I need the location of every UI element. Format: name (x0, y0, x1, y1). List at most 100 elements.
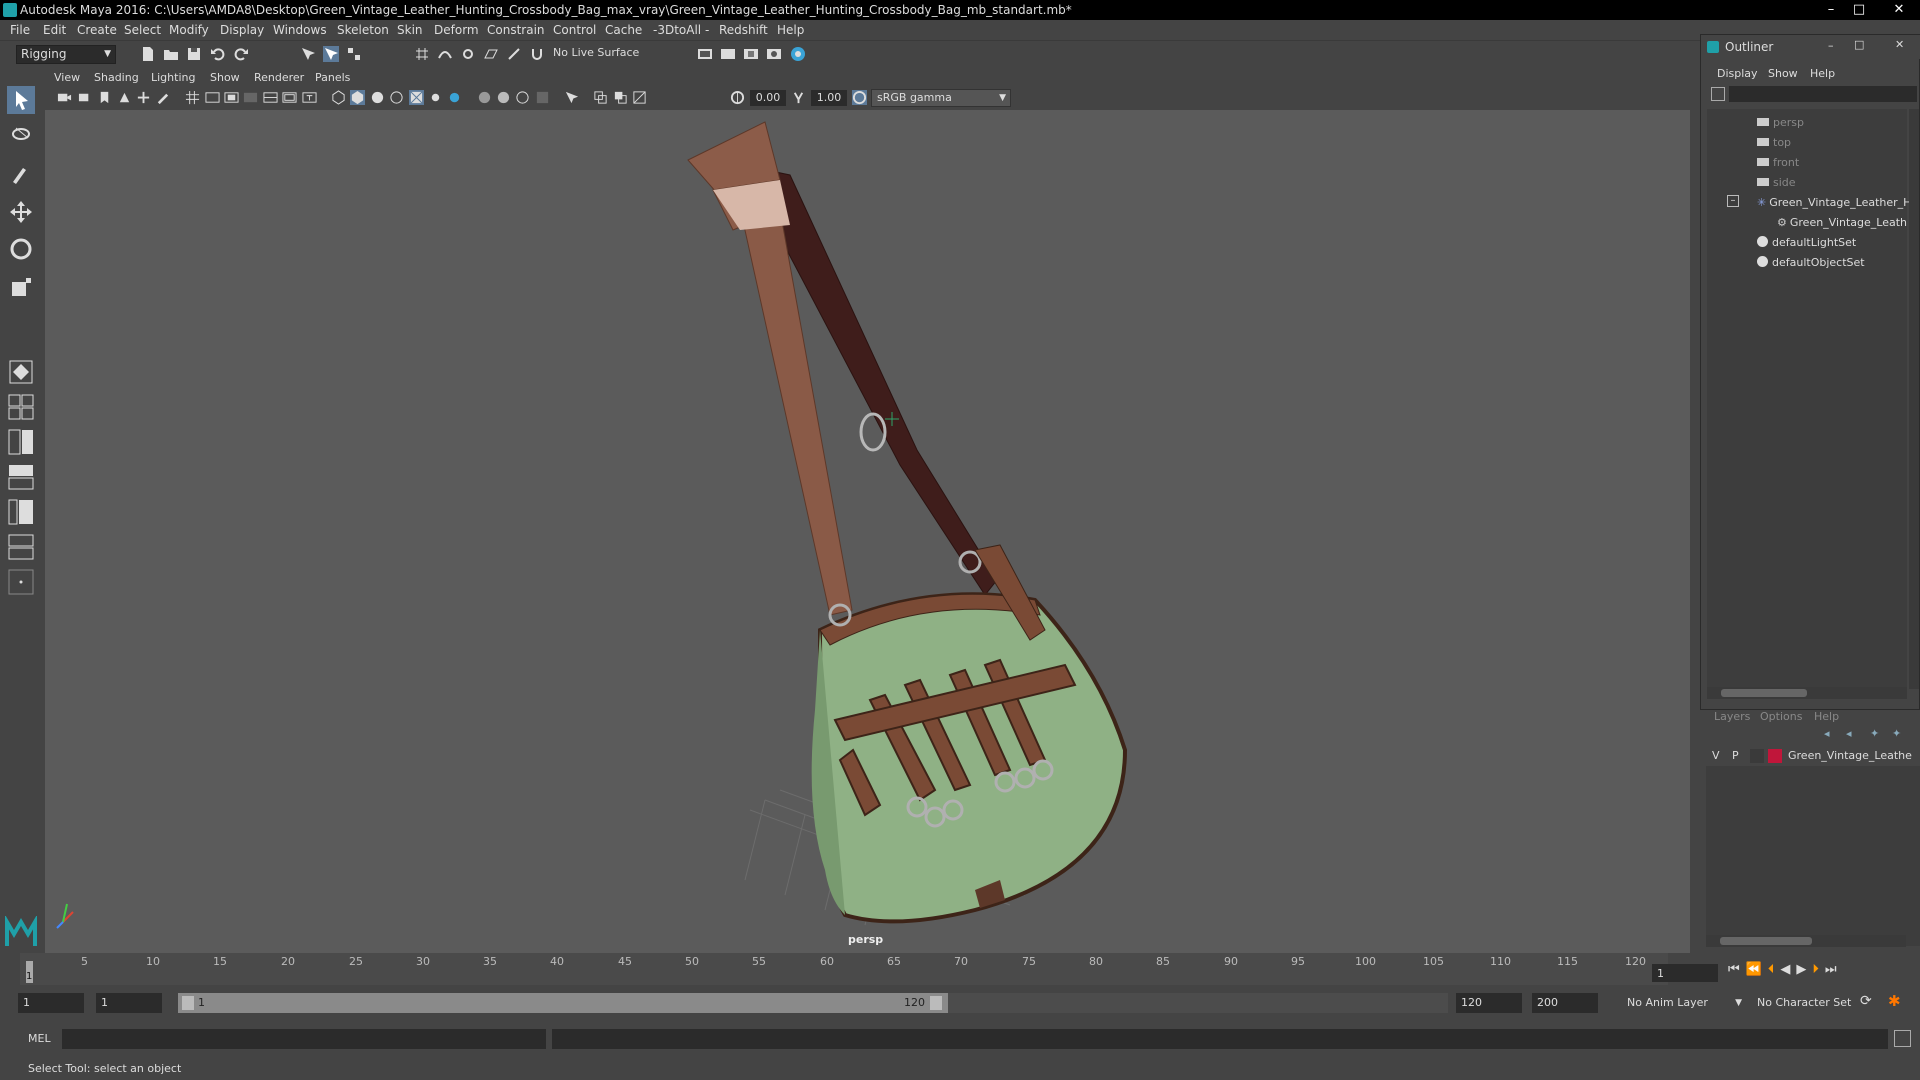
live-surface-label[interactable]: No Live Surface (553, 46, 639, 59)
smooth-shade-icon[interactable] (350, 90, 365, 105)
snap-curve-icon[interactable] (437, 46, 453, 62)
outliner-hscroll-thumb[interactable] (1721, 689, 1807, 697)
outliner-item-side[interactable]: side (1757, 176, 1796, 189)
select-hierarchy-icon[interactable] (300, 46, 316, 62)
render-view-icon[interactable] (766, 46, 782, 62)
animation-start-field[interactable]: 1 (18, 993, 84, 1013)
outliner-close-button[interactable]: ✕ (1895, 38, 1904, 51)
go-to-end-icon[interactable]: ⏭ (1825, 962, 1843, 977)
perspective-viewport[interactable] (45, 110, 1690, 953)
outliner-item-mesh[interactable]: ⚙ Green_Vintage_Leath (1777, 216, 1907, 229)
menu-deform[interactable]: Deform (434, 23, 479, 37)
layers-menu-options[interactable]: Options (1760, 710, 1802, 723)
grid-toggle-icon[interactable] (185, 90, 200, 105)
menu-skin[interactable]: Skin (397, 23, 423, 37)
outliner-vscrollbar[interactable] (1909, 109, 1919, 689)
select-component-icon[interactable] (346, 46, 362, 62)
animation-end-field[interactable]: 200 (1532, 993, 1598, 1013)
layout-stacked-icon[interactable] (7, 463, 35, 491)
range-slider-track[interactable]: 1 120 (178, 993, 1448, 1013)
new-layer-icon[interactable]: ✦ (1870, 727, 1884, 740)
default-material-icon[interactable] (370, 90, 385, 105)
range-end-handle[interactable] (930, 996, 942, 1010)
xray-icon[interactable] (593, 90, 608, 105)
layout-outliner-icon[interactable] (7, 498, 35, 526)
snap-magnet-icon[interactable] (529, 46, 545, 62)
menu-select[interactable]: Select (124, 23, 161, 37)
field-chart-icon[interactable] (263, 90, 278, 105)
step-back-key-icon[interactable]: ⏪ (1746, 962, 1768, 977)
image-plane-icon[interactable] (117, 90, 132, 105)
select-tool-icon[interactable] (7, 86, 35, 114)
gamma-field[interactable]: 1.00 (811, 90, 847, 106)
rotate-tool-icon[interactable] (7, 235, 35, 263)
panel-menu-renderer[interactable]: Renderer (254, 71, 304, 84)
scale-tool-icon[interactable] (7, 273, 35, 301)
outliner-item-defaultlightset[interactable]: defaultLightSet (1757, 236, 1856, 249)
panel-menu-shading[interactable]: Shading (94, 71, 139, 84)
collapse-icon[interactable]: – (1727, 195, 1739, 207)
outliner-menu-show[interactable]: Show (1768, 67, 1798, 80)
auto-key-icon[interactable]: ⟳ (1860, 993, 1872, 1009)
outliner-item-front[interactable]: front (1757, 156, 1799, 169)
safe-title-icon[interactable] (302, 90, 317, 105)
textured-icon[interactable] (409, 90, 424, 105)
outliner-search-input[interactable] (1729, 86, 1917, 102)
animation-preferences-icon[interactable]: ✱ (1888, 992, 1901, 1010)
hypershade-icon[interactable] (790, 46, 806, 62)
time-slider[interactable]: 5 10 15 20 25 30 35 40 45 50 55 60 65 70… (20, 953, 1668, 985)
menu-redshift[interactable]: Redshift (719, 23, 768, 37)
menu-skeleton[interactable]: Skeleton (337, 23, 389, 37)
script-editor-icon[interactable] (1894, 1030, 1911, 1047)
render-current-icon[interactable] (720, 46, 736, 62)
exposure-field[interactable]: 0.00 (750, 90, 786, 106)
outliner-item-top[interactable]: top (1757, 136, 1791, 149)
menu-display[interactable]: Display (220, 23, 264, 37)
layers-menu-layers[interactable]: Layers (1714, 710, 1750, 723)
isolate-select-icon[interactable] (564, 90, 579, 105)
move-layer-up-icon[interactable]: ◂ (1824, 727, 1838, 740)
layer-color-swatch[interactable] (1768, 749, 1782, 763)
snap-live-icon[interactable] (506, 46, 522, 62)
layer-name[interactable]: Green_Vintage_Leathe (1788, 749, 1912, 762)
outliner-maximize-button[interactable]: □ (1854, 38, 1864, 51)
move-tool-icon[interactable] (7, 198, 35, 226)
anti-aliasing-icon[interactable] (515, 90, 530, 105)
menu-windows[interactable]: Windows (273, 23, 327, 37)
lasso-tool-icon[interactable] (7, 123, 35, 151)
move-layer-down-icon[interactable]: ◂ (1846, 727, 1860, 740)
layer-hscroll-thumb[interactable] (1720, 937, 1812, 945)
layout-more-icon[interactable] (7, 568, 35, 596)
new-scene-icon[interactable] (140, 46, 156, 62)
safe-action-icon[interactable] (282, 90, 297, 105)
shadows-icon[interactable] (447, 90, 462, 105)
menu-control[interactable]: Control (553, 23, 596, 37)
panel-menu-view[interactable]: View (54, 71, 80, 84)
layout-graph-icon[interactable] (7, 533, 35, 561)
playback-end-field[interactable]: 120 (1456, 993, 1522, 1013)
minimize-button[interactable]: – (1818, 1, 1844, 19)
layer-row[interactable]: V P Green_Vintage_Leathe (1706, 746, 1920, 766)
ipr-render-icon[interactable] (743, 46, 759, 62)
outliner-menu-display[interactable]: Display (1717, 67, 1758, 80)
grease-pencil-icon[interactable] (155, 90, 170, 105)
camera-lock-icon[interactable] (78, 90, 93, 105)
range-start-handle[interactable] (182, 996, 194, 1010)
depth-of-field-icon[interactable] (535, 90, 550, 105)
camera-select-icon[interactable] (57, 90, 72, 105)
outliner-item-defaultobjectset[interactable]: defaultObjectSet (1757, 256, 1865, 269)
panel-menu-lighting[interactable]: Lighting (151, 71, 195, 84)
snap-point-icon[interactable] (460, 46, 476, 62)
menu-set-select[interactable]: Rigging ▼ (16, 45, 116, 64)
menu-create[interactable]: Create (77, 23, 117, 37)
color-management-icon[interactable] (852, 90, 867, 105)
last-tool-icon[interactable] (7, 358, 35, 386)
maximize-button[interactable]: □ (1846, 1, 1872, 19)
render-settings-icon[interactable] (697, 46, 713, 62)
step-forward-frame-icon[interactable]: ⏵ (1812, 962, 1825, 977)
menu-help[interactable]: Help (777, 23, 804, 37)
anim-layer-select[interactable]: No Anim Layer ▼ (1618, 993, 1746, 1013)
current-frame-field[interactable]: 1 (1652, 964, 1718, 982)
outliner-hscrollbar[interactable] (1707, 687, 1907, 699)
menu-3dtoall[interactable]: -3DtoAll - (653, 23, 709, 37)
